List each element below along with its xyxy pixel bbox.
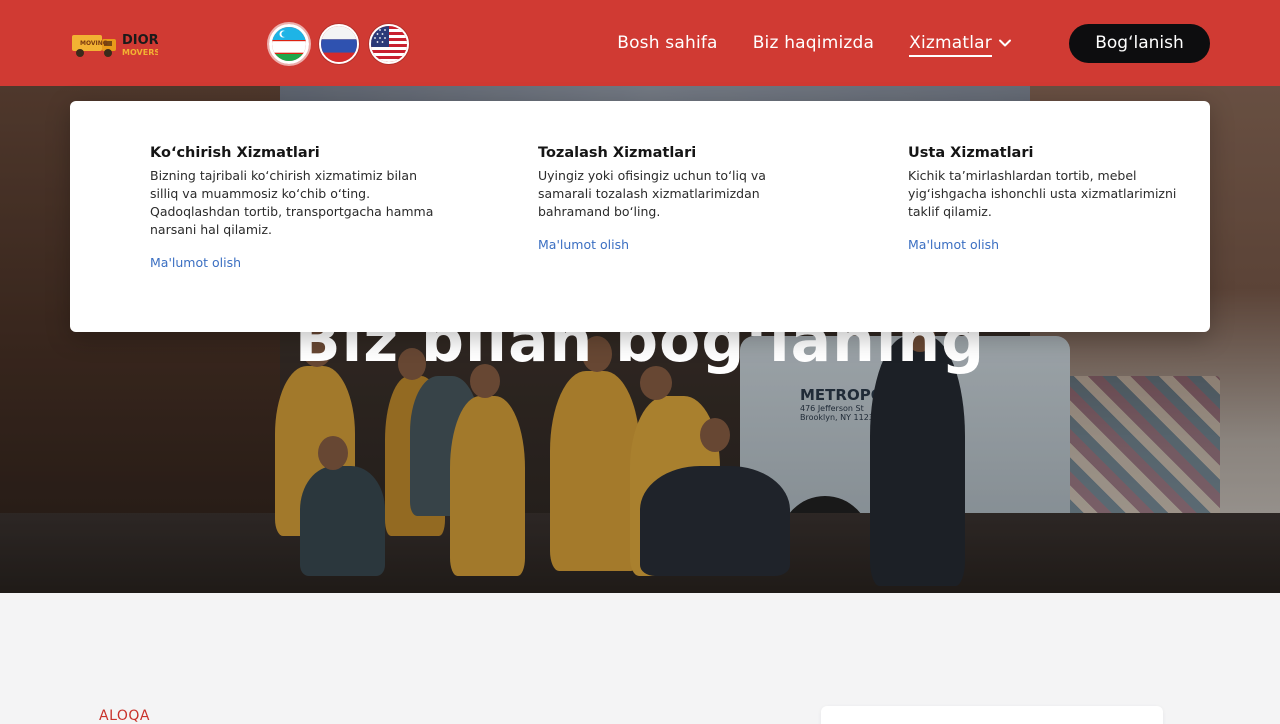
contact-section-label: ALOQA [99,708,150,724]
service-title[interactable]: Ko‘chirish Xizmatlari [150,145,445,161]
nav-link-services[interactable]: Xizmatlar [909,29,1012,57]
service-description: Kichik ta’mirlashlardan tortib, mebel yi… [908,168,1177,219]
service-title[interactable]: Usta Xizmatlari [908,145,1180,161]
chevron-down-icon [999,39,1011,47]
nav-services-label: Xizmatlar [909,33,992,57]
service-more-link[interactable]: Ma'lumot olish [150,255,241,270]
service-cleaning: Tozalash Xizmatlari Uyingiz yoki ofising… [538,145,770,253]
contact-button[interactable]: Bog‘lanish [1069,23,1210,63]
svg-text:DIOR: DIOR [122,33,158,48]
nav-link-about[interactable]: Biz haqimizda [753,33,874,53]
dior-movers-logo[interactable]: MOVING DIOR MOVERS [70,27,160,61]
nav-link-home[interactable]: Bosh sahifa [617,33,717,53]
language-switcher [269,24,409,64]
contact-form-card [821,706,1163,724]
svg-text:MOVERS: MOVERS [122,48,158,57]
site-header: MOVING DIOR MOVERS Bosh sahifa Biz haqim… [0,0,1280,86]
main-nav: Bosh sahifa Biz haqimizda Xizmatlar Bog‘… [617,0,1210,86]
services-dropdown-menu: Ko‘chirish Xizmatlari Bizning tajribali … [70,101,1210,332]
ru-flag-icon[interactable] [319,24,359,64]
service-title[interactable]: Tozalash Xizmatlari [538,145,770,161]
service-moving: Ko‘chirish Xizmatlari Bizning tajribali … [150,145,445,271]
service-more-link[interactable]: Ma'lumot olish [538,237,629,252]
service-description: Bizning tajribali ko‘chirish xizmatimiz … [150,168,434,237]
service-description: Uyingiz yoki ofisingiz uchun to‘liq va s… [538,168,766,219]
svg-text:MOVING: MOVING [80,40,108,47]
us-flag-icon[interactable] [369,24,409,64]
service-more-link[interactable]: Ma'lumot olish [908,237,999,252]
uz-flag-icon[interactable] [269,24,309,64]
service-handyman: Usta Xizmatlari Kichik ta’mirlashlardan … [908,145,1180,253]
